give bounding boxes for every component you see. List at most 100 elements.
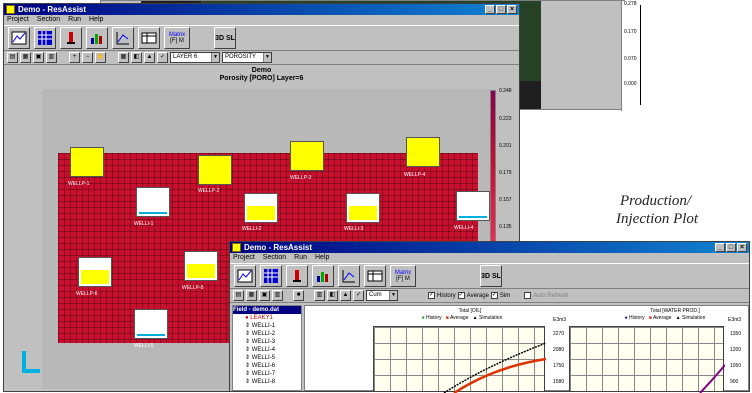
- grid-view-button[interactable]: [34, 27, 56, 49]
- setup-icon-2[interactable]: ▥: [272, 290, 283, 301]
- window2-title: Demo - ResAssist: [244, 243, 313, 252]
- well-plot[interactable]: [134, 309, 168, 339]
- window2-menubar: Project Section Run Help: [230, 253, 749, 263]
- tree-item[interactable]: ⇕ WELLI-5: [233, 354, 301, 362]
- tree-item[interactable]: ⇕ WELLI-2: [233, 330, 301, 338]
- tree-item-label: LEAKY1: [250, 315, 273, 321]
- 3d-sl-button[interactable]: 3D SL: [214, 27, 236, 49]
- sim-checkbox[interactable]: ✓: [490, 292, 498, 299]
- 3d-sl-button-2[interactable]: 3D SL: [480, 265, 502, 287]
- map-view-button-2[interactable]: [234, 265, 256, 287]
- well-plot[interactable]: [78, 257, 112, 287]
- app-icon-2: [232, 243, 241, 252]
- print-icon[interactable]: ▣: [33, 52, 44, 63]
- grid-view-button-2[interactable]: [260, 265, 282, 287]
- tree-item[interactable]: ⇕ WELLI-6: [233, 362, 301, 370]
- well-plot[interactable]: [136, 187, 170, 217]
- menu2-section[interactable]: Section: [263, 253, 286, 263]
- well-plot[interactable]: [184, 251, 218, 281]
- tree-item[interactable]: ● LEAKY1: [233, 314, 301, 322]
- minimize-button-2[interactable]: _: [715, 243, 725, 252]
- well-tree: Field - demo.dat ● LEAKY1 ⇕ WELLI-1 ⇕ WE…: [232, 305, 302, 391]
- menu-run[interactable]: Run: [68, 15, 81, 25]
- table-view-button-2[interactable]: [364, 265, 386, 287]
- bar-chart-button[interactable]: [86, 27, 108, 49]
- bar-chart-button-2[interactable]: [312, 265, 334, 287]
- well-icon[interactable]: ▲: [144, 52, 155, 63]
- tree-item[interactable]: ⇕ WELLI-8: [233, 378, 301, 386]
- pointer-icon-2[interactable]: ✓: [353, 290, 364, 301]
- tree-root[interactable]: Field - demo.dat: [233, 306, 301, 314]
- open-icon[interactable]: ▤: [7, 52, 18, 63]
- pan-icon[interactable]: ✋: [95, 52, 106, 63]
- well-plot[interactable]: [244, 193, 278, 223]
- well-view-button[interactable]: [60, 27, 82, 49]
- matrix-button-2[interactable]: Matrix [F] M: [390, 265, 416, 287]
- chart-option-icon[interactable]: ▥: [314, 290, 325, 301]
- window1-menubar: Project Section Run Help: [4, 15, 519, 25]
- table-view-button[interactable]: [138, 27, 160, 49]
- zoom-in-icon[interactable]: +: [69, 52, 80, 63]
- auto-refresh-checkbox[interactable]: [524, 292, 532, 299]
- save-icon-2[interactable]: ▦: [246, 290, 257, 301]
- open-icon-2[interactable]: ▤: [233, 290, 244, 301]
- chart1-tick: 1580: [553, 379, 565, 385]
- minimize-button[interactable]: _: [485, 5, 495, 14]
- menu2-project[interactable]: Project: [233, 253, 255, 263]
- tree-item[interactable]: ⇕ WELLI-4: [233, 346, 301, 354]
- xy-plot-button-2[interactable]: [338, 265, 360, 287]
- caption-line-1: Production/: [620, 192, 691, 210]
- tree-item[interactable]: ⇕ WELLI-7: [233, 370, 301, 378]
- tree-item[interactable]: ⇕ WELLI-1: [233, 322, 301, 330]
- well-view-button-2[interactable]: [286, 265, 308, 287]
- menu-help[interactable]: Help: [89, 15, 103, 25]
- well-plot[interactable]: [290, 141, 324, 171]
- close-button[interactable]: ×: [507, 5, 517, 14]
- xy-plot-button[interactable]: [112, 27, 134, 49]
- matrix-button[interactable]: Matrix [F] M: [164, 27, 190, 49]
- well-plot[interactable]: [406, 137, 440, 167]
- menu-project[interactable]: Project: [7, 15, 29, 25]
- setup-icon[interactable]: ▥: [46, 52, 57, 63]
- well-plot[interactable]: [456, 191, 490, 221]
- bg-tick-1: 0.170: [624, 29, 637, 35]
- tree-item[interactable]: ⇕ WELLI-3: [233, 338, 301, 346]
- menu2-help[interactable]: Help: [315, 253, 329, 263]
- pointer-icon[interactable]: ✓: [157, 52, 168, 63]
- save-icon[interactable]: ▦: [20, 52, 31, 63]
- chart2-tick: 1350: [730, 331, 742, 337]
- well-label: WELLP-8: [182, 285, 204, 291]
- chart1-plot[interactable]: [373, 326, 546, 393]
- color-icon[interactable]: ◧: [131, 52, 142, 63]
- legend-tick-5: 0.135: [499, 224, 512, 230]
- well-plot[interactable]: [198, 155, 232, 185]
- window2-main-toolbar: Matrix [F] M 3D SL: [230, 263, 749, 289]
- well-icon-2[interactable]: ▲: [340, 290, 351, 301]
- average-checkbox[interactable]: ✓: [457, 292, 465, 299]
- window2-titlebar: Demo - ResAssist _ □ ×: [230, 242, 749, 253]
- chart2-plot[interactable]: [569, 326, 725, 393]
- chart2-tick: 900: [730, 379, 739, 385]
- legend-simulation: Simulation: [479, 315, 503, 321]
- legend2-simulation: Simulation: [682, 315, 706, 321]
- grid-toggle-icon[interactable]: ▦: [118, 52, 129, 63]
- maximize-button-2[interactable]: □: [726, 243, 736, 252]
- zoom-out-icon[interactable]: −: [82, 52, 93, 63]
- cum-select[interactable]: Cum ▼: [366, 290, 398, 301]
- color-icon-2[interactable]: ◧: [327, 290, 338, 301]
- menu-section[interactable]: Section: [37, 15, 60, 25]
- menu2-run[interactable]: Run: [294, 253, 307, 263]
- legend-history: History: [426, 315, 442, 321]
- history-checkbox[interactable]: ✓: [428, 292, 435, 299]
- property-select-value: POROSITY: [225, 54, 257, 60]
- map-view-button[interactable]: [8, 27, 30, 49]
- print-icon-2[interactable]: ▣: [259, 290, 270, 301]
- well-plot[interactable]: [346, 193, 380, 223]
- layer-select[interactable]: LAYER 6 ▼: [170, 52, 220, 63]
- legend2-average: Average: [652, 315, 672, 321]
- close-button-2[interactable]: ×: [737, 243, 747, 252]
- well-plot[interactable]: [70, 147, 104, 177]
- maximize-button[interactable]: □: [496, 5, 506, 14]
- stop-icon[interactable]: ■: [293, 290, 304, 301]
- property-select[interactable]: POROSITY ▼: [222, 52, 272, 63]
